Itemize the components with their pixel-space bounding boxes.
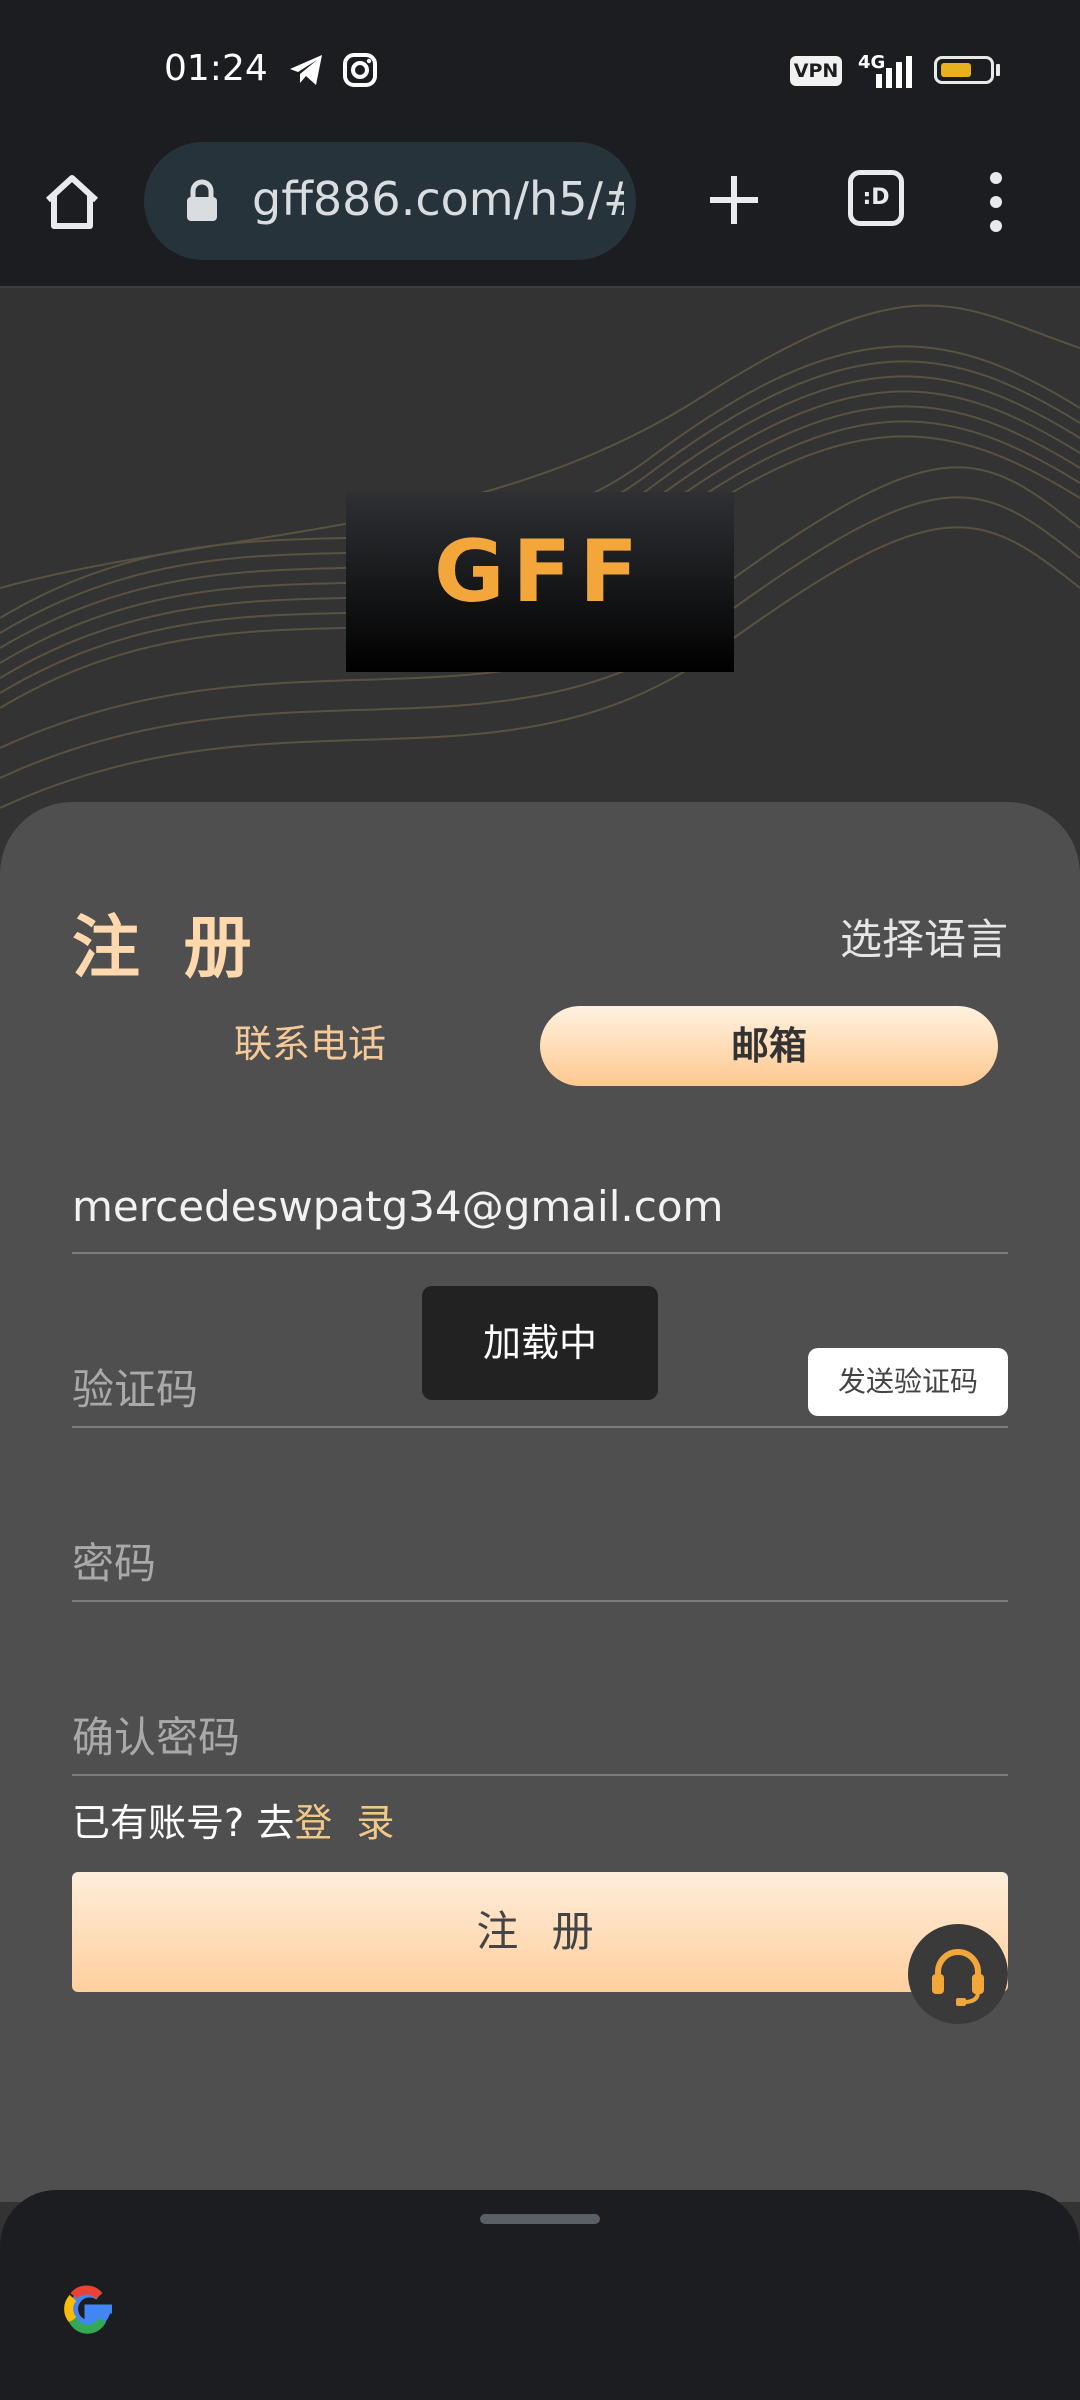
google-icon[interactable] bbox=[54, 2274, 124, 2344]
brand-logo: GFF bbox=[346, 492, 734, 672]
email-field[interactable]: mercedeswpatg34@gmail.com bbox=[72, 1172, 1008, 1254]
logo-text: GFF bbox=[433, 522, 647, 622]
new-tab-icon[interactable] bbox=[704, 170, 764, 230]
password-field[interactable]: 密码 bbox=[72, 1520, 1008, 1602]
login-link[interactable]: 登 录 bbox=[294, 1801, 400, 1845]
confirm-password-placeholder: 确认密码 bbox=[72, 1713, 241, 1762]
url-bar[interactable]: gff886.com/h5/# bbox=[144, 142, 636, 260]
tab-switcher-button[interactable]: :D bbox=[848, 170, 904, 226]
login-prompt: 已有账号? 去登 录 bbox=[72, 1792, 400, 1847]
bottom-sheet bbox=[0, 2190, 1080, 2400]
url-text: gff886.com/h5/# bbox=[252, 172, 624, 226]
battery-icon bbox=[934, 56, 994, 84]
send-code-button[interactable]: 发送验证码 bbox=[808, 1348, 1008, 1416]
browser-toolbar: gff886.com/h5/# :D bbox=[0, 140, 1080, 288]
confirm-password-field[interactable]: 确认密码 bbox=[72, 1694, 1008, 1776]
telegram-icon bbox=[290, 55, 322, 85]
verification-code-placeholder: 验证码 bbox=[72, 1365, 199, 1414]
sheet-handle[interactable] bbox=[480, 2214, 600, 2224]
more-menu-icon[interactable] bbox=[976, 170, 1016, 234]
loading-toast: 加载中 bbox=[422, 1286, 658, 1400]
status-time: 01:24 bbox=[164, 48, 268, 89]
password-placeholder: 密码 bbox=[72, 1539, 157, 1588]
customer-support-button[interactable] bbox=[908, 1924, 1008, 2024]
lock-icon bbox=[187, 179, 217, 221]
page-title: 注 册 bbox=[72, 909, 262, 988]
login-prompt-text: 已有账号? 去 bbox=[72, 1801, 295, 1845]
hero-banner: GFF bbox=[0, 288, 1080, 848]
signal-icon bbox=[876, 56, 912, 88]
register-button[interactable]: 注 册 bbox=[72, 1872, 1008, 1992]
vpn-badge: VPN bbox=[790, 56, 842, 86]
headset-icon bbox=[932, 1949, 984, 2006]
tab-phone[interactable]: 联系电话 bbox=[160, 1004, 460, 1084]
instagram-icon bbox=[343, 53, 377, 87]
language-selector[interactable]: 选择语言 bbox=[840, 906, 1008, 967]
battery-tip bbox=[996, 64, 1000, 76]
tab-email[interactable]: 邮箱 bbox=[540, 1006, 998, 1086]
email-value: mercedeswpatg34@gmail.com bbox=[72, 1182, 724, 1231]
status-bar: 01:24 VPN 4G bbox=[0, 0, 1080, 140]
home-icon[interactable] bbox=[40, 170, 104, 234]
